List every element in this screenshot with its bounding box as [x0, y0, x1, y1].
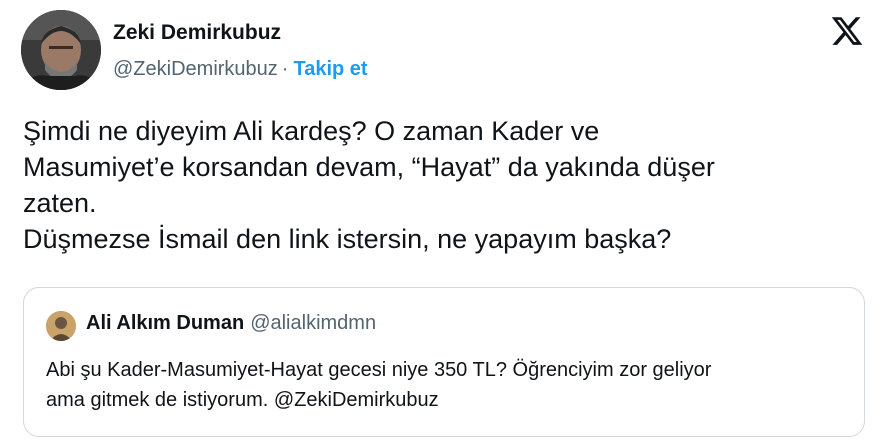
quoted-author-handle[interactable]: @alialkimdmn: [250, 312, 376, 334]
follow-button[interactable]: Takip et: [293, 58, 367, 80]
quoted-text-line: ama gitmek de istiyorum. @ZekiDemirkubuz: [46, 389, 439, 411]
tweet-text-line: Masumiyet’e korsandan devam, “Hayat” da …: [23, 152, 715, 182]
author-handle[interactable]: @ZekiDemirkubuz: [113, 58, 278, 80]
author-avatar[interactable]: [21, 10, 101, 90]
tweet-text: Şimdi ne diyeyim Ali kardeş? O zaman Kad…: [23, 113, 868, 257]
author-handle-row: @ZekiDemirkubuz · Takip et: [113, 58, 368, 81]
tweet-text-line: Düşmezse İsmail den link istersin, ne ya…: [23, 224, 672, 254]
quoted-text-line: Abi şu Kader-Masumiyet-Hayat gecesi niye…: [46, 359, 712, 381]
tweet-text-line: zaten.: [23, 188, 97, 218]
quoted-tweet-card[interactable]: Ali Alkım Duman @alialkimdmn Abi şu Kader…: [23, 287, 865, 437]
tweet-text-line: Şimdi ne diyeyim Ali kardeş? O zaman Kad…: [23, 116, 600, 146]
separator-dot: ·: [281, 58, 289, 80]
quoted-author-avatar[interactable]: [46, 311, 76, 341]
x-logo-icon[interactable]: [830, 14, 864, 48]
quoted-text: Abi şu Kader-Masumiyet-Hayat gecesi niye…: [46, 355, 846, 415]
quoted-header: Ali Alkım Duman @alialkimdmn: [86, 312, 376, 335]
quoted-author-name[interactable]: Ali Alkım Duman: [86, 312, 244, 334]
author-name[interactable]: Zeki Demirkubuz: [113, 21, 281, 45]
